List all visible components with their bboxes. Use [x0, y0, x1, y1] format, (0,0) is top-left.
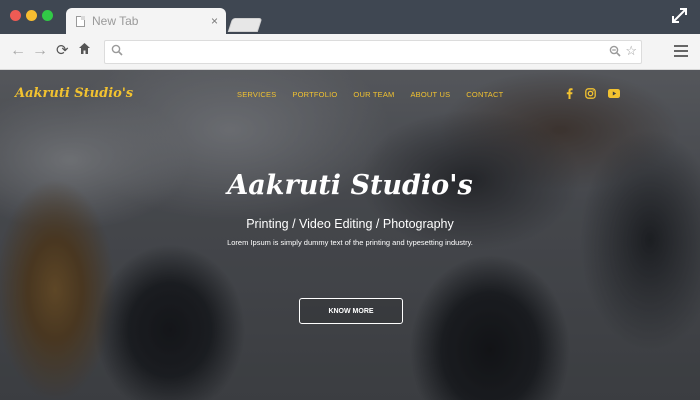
browser-tab-bar: New Tab ×	[0, 0, 700, 34]
website-hero: Aakruti Studio's SERVICES PORTFOLIO OUR …	[0, 70, 700, 400]
nav-item-about-us[interactable]: ABOUT US	[410, 90, 450, 99]
zoom-icon[interactable]	[609, 45, 621, 57]
hero-title: Aakruti Studio's	[227, 170, 473, 201]
reload-icon[interactable]: ⟳	[56, 42, 69, 60]
maximize-window-button[interactable]	[42, 10, 53, 21]
address-input[interactable]	[129, 43, 599, 61]
nav-item-services[interactable]: SERVICES	[237, 90, 276, 99]
hero-description: Lorem Ipsum is simply dummy text of the …	[227, 238, 473, 247]
forward-arrow-icon[interactable]: →	[32, 42, 48, 60]
new-tab-button[interactable]	[227, 18, 263, 32]
nav-item-contact[interactable]: CONTACT	[466, 90, 503, 99]
window-controls	[10, 10, 53, 21]
hero-subtitle: Printing / Video Editing / Photography	[246, 217, 454, 231]
instagram-icon[interactable]	[585, 88, 596, 99]
page-icon	[76, 15, 85, 27]
home-icon[interactable]	[78, 42, 91, 60]
close-window-button[interactable]	[10, 10, 21, 21]
site-logo[interactable]: Aakruti Studio's	[15, 86, 133, 101]
tab-close-icon[interactable]: ×	[211, 14, 218, 28]
minimize-window-button[interactable]	[26, 10, 37, 21]
facebook-icon[interactable]	[566, 88, 573, 99]
tab-title: New Tab	[92, 14, 139, 28]
site-navigation: SERVICES PORTFOLIO OUR TEAM ABOUT US CON…	[237, 90, 503, 99]
nav-item-our-team[interactable]: OUR TEAM	[353, 90, 394, 99]
youtube-icon[interactable]	[608, 89, 620, 98]
know-more-button[interactable]: KNOW MORE	[299, 298, 403, 324]
fullscreen-icon[interactable]	[671, 7, 688, 27]
hamburger-menu-icon[interactable]	[674, 45, 688, 60]
browser-tab[interactable]: New Tab ×	[66, 8, 226, 34]
bookmark-star-icon[interactable]: ☆	[625, 43, 637, 59]
search-icon	[111, 44, 123, 56]
browser-toolbar: ← → ⟳ ☆	[0, 34, 700, 70]
social-links	[566, 88, 620, 99]
address-bar[interactable]: ☆	[104, 40, 642, 64]
back-arrow-icon[interactable]: ←	[10, 42, 26, 60]
nav-item-portfolio[interactable]: PORTFOLIO	[292, 90, 337, 99]
